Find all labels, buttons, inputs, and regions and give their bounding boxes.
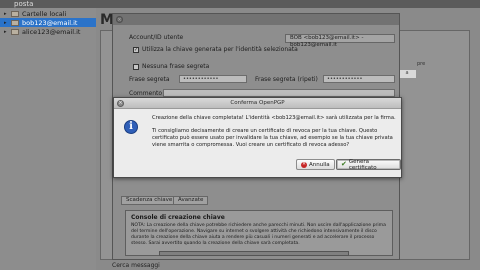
check-icon: ✔	[341, 160, 347, 168]
close-icon[interactable]: ×	[116, 16, 123, 23]
folder-item-bob[interactable]: ▸ bob123@email.it	[0, 18, 96, 27]
console-text: NOTA: La creazione della chiave potrebbe…	[131, 223, 386, 246]
folder-icon	[11, 10, 19, 17]
expand-icon[interactable]: ▸	[4, 11, 11, 17]
comment-label: Commento	[129, 90, 163, 97]
cancel-icon: ✕	[301, 161, 307, 168]
passphrase-repeat-field[interactable]: ••••••••••••	[323, 75, 395, 83]
tab-advanced[interactable]: Avanzate	[173, 196, 209, 205]
progress-bar	[159, 251, 349, 256]
use-key-checkbox[interactable]: ✓	[133, 46, 139, 53]
console-title: Console di creazione chiave	[131, 214, 225, 221]
key-generation-console: Console di creazione chiave NOTA: La cre…	[125, 210, 393, 256]
mailbox-icon	[11, 28, 19, 35]
passphrase-repeat-label: Frase segreta (ripeti)	[255, 76, 318, 83]
folder-label: bob123@email.it	[22, 18, 78, 27]
folder-item-alice[interactable]: ▸ alice123@email.it	[0, 27, 96, 36]
desktop: posta ▸ Cartelle locali ▸ bob123@email.i…	[0, 0, 480, 270]
background-text: pre	[417, 61, 426, 67]
info-icon: i	[124, 120, 138, 134]
dialog-message-completed: Creazione della chiave completata! L'ide…	[152, 115, 396, 121]
mailbox-icon	[11, 19, 19, 26]
generate-certificate-button[interactable]: ✔ Genera certificato	[336, 158, 401, 171]
generate-certificate-label: Genera certificato	[348, 158, 377, 171]
folder-item-local[interactable]: ▸ Cartelle locali	[0, 9, 96, 18]
expand-icon[interactable]: ▸	[4, 29, 11, 35]
dialog-titlebar: × Conferma OpenPGP	[114, 98, 401, 109]
account-label: Account/ID utente	[129, 34, 184, 41]
use-key-label: Utilizza la chiave generata per l'identi…	[142, 46, 298, 53]
expand-icon[interactable]: ▸	[4, 20, 11, 26]
cancel-button-label: Annulla	[309, 161, 330, 168]
dialog-title: Conferma OpenPGP	[230, 100, 285, 106]
passphrase-field[interactable]: ••••••••••••	[179, 75, 247, 83]
confirm-openpgp-dialog: × Conferma OpenPGP i Creazione della chi…	[113, 97, 402, 178]
tab-expiry[interactable]: Scadenza chiave	[121, 196, 178, 205]
dialog-message-revocation: Ti consigliamo decisamente di creare un …	[152, 128, 393, 148]
folder-pane: ▸ Cartelle locali ▸ bob123@email.it ▸ al…	[0, 8, 96, 270]
no-passphrase-row[interactable]: Nessuna frase segreta	[133, 63, 209, 70]
cancel-button[interactable]: ✕ Annulla	[296, 159, 335, 170]
passphrase-label: Frase segreta	[129, 76, 170, 83]
window-titlebar: ×	[113, 14, 399, 25]
no-passphrase-label: Nessuna frase segreta	[142, 63, 210, 70]
comment-field[interactable]	[163, 89, 395, 97]
no-passphrase-checkbox[interactable]	[133, 63, 139, 70]
account-select[interactable]: BOB <bob123@email.it> - bob123@email.it	[285, 34, 395, 48]
thunderbird-toolbar: posta	[0, 0, 480, 8]
close-icon[interactable]: ×	[117, 100, 124, 107]
background-cell: a	[398, 70, 416, 78]
folder-label: Cartelle locali	[22, 9, 67, 18]
use-key-row[interactable]: ✓ Utilizza la chiave generata per l'ident…	[133, 46, 298, 53]
search-messages-link[interactable]: Cerca messaggi	[112, 262, 160, 269]
toolbar-text: posta	[14, 0, 34, 8]
folder-label: alice123@email.it	[22, 27, 81, 36]
